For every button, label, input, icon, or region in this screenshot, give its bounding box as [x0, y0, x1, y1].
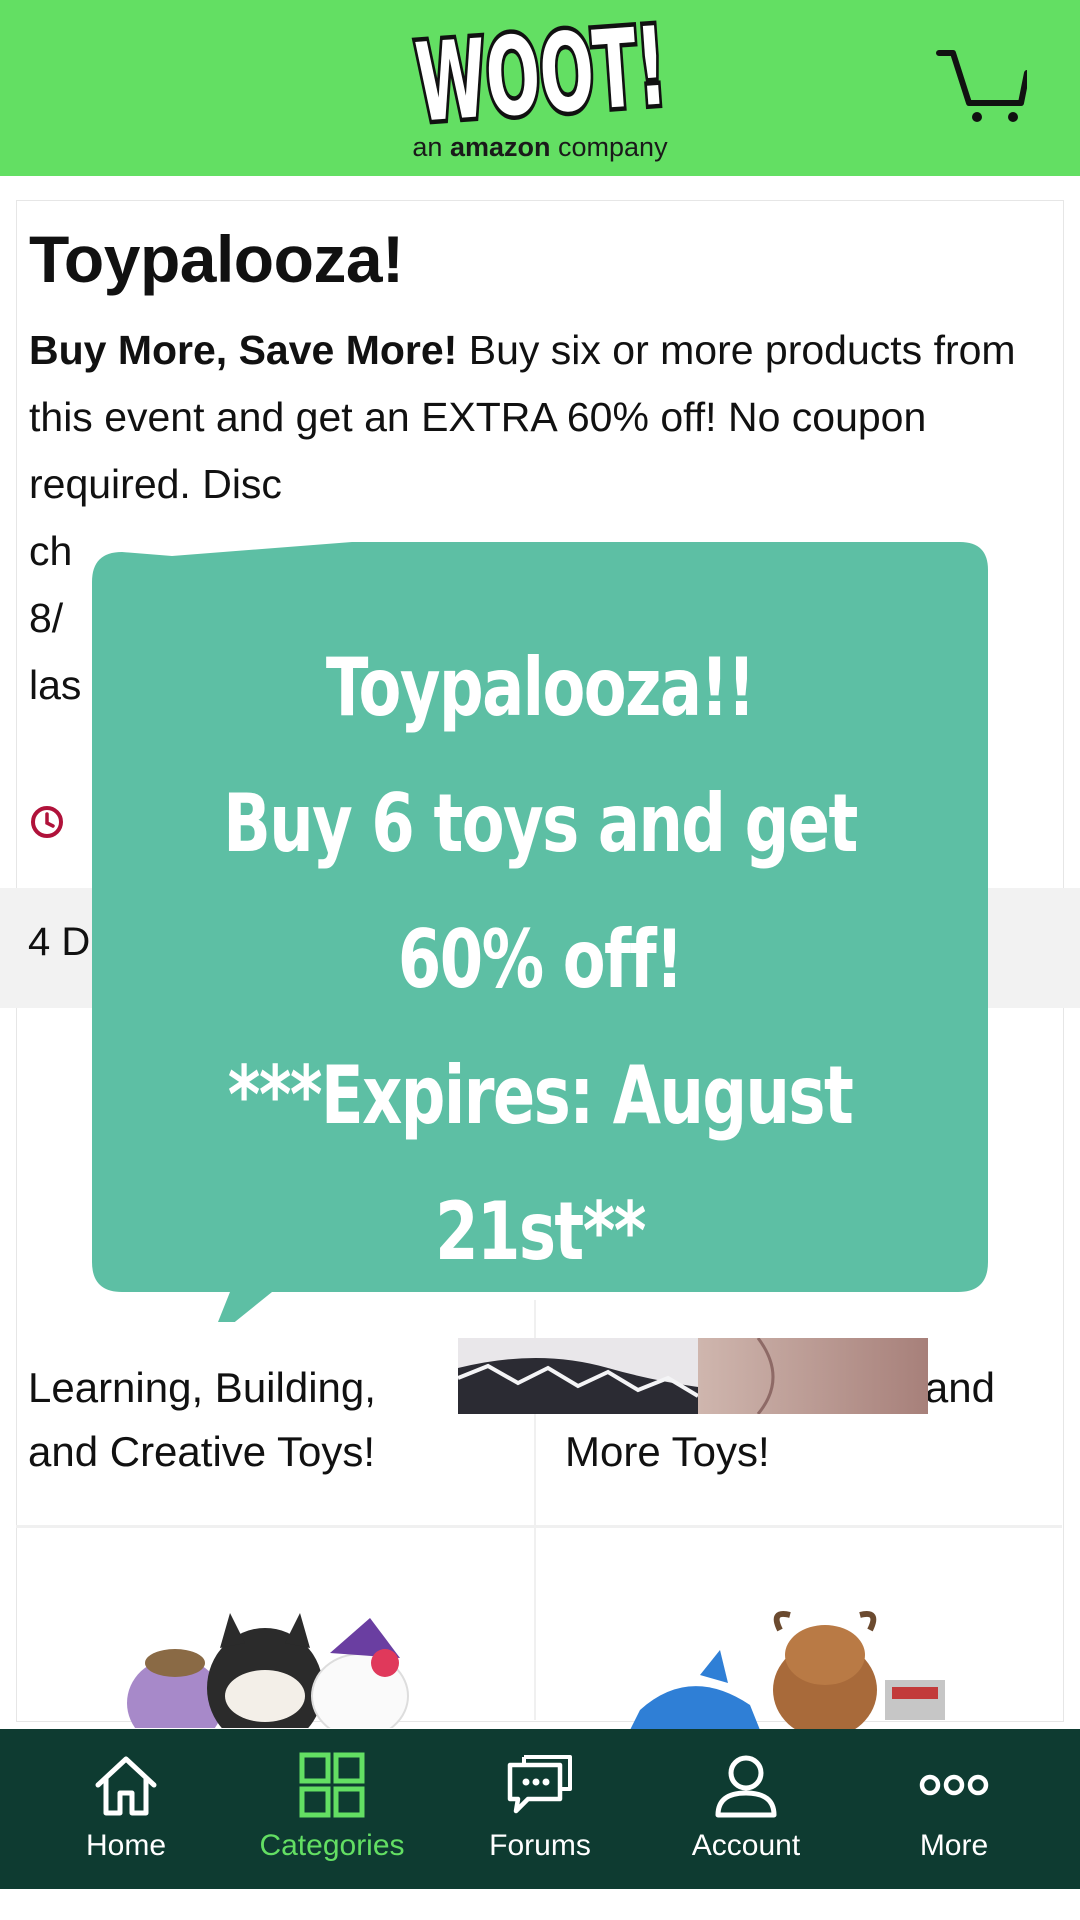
description-fragment: las	[29, 662, 82, 708]
woot-logo[interactable]: WOOT!	[405, 0, 675, 130]
nav-categories[interactable]: Categories	[224, 1729, 440, 1889]
nav-label: More	[919, 1829, 989, 1862]
nav-home[interactable]: Home	[18, 1729, 234, 1889]
more-icon	[919, 1774, 989, 1796]
deals-count: 4 D	[28, 920, 91, 964]
logo-tagline: an amazon company	[0, 132, 1080, 163]
nav-label: Categories	[259, 1829, 405, 1862]
category-label: Learning, Building,	[28, 1364, 376, 1411]
description-fragment: ch	[29, 528, 73, 574]
clock-icon	[31, 806, 63, 838]
promo-line: Toypalooza!!	[325, 641, 756, 734]
nav-account[interactable]: Account	[638, 1729, 854, 1889]
category-learning-building[interactable]: Learning, Building, and Creative Toys!	[28, 1356, 376, 1484]
event-title: Toypalooza!	[29, 222, 404, 296]
grid-icon	[299, 1752, 365, 1818]
bottom-navigation: Home Categories Forums Account More	[0, 1729, 1080, 1889]
category-label: and Creative Toys!	[28, 1428, 376, 1475]
nav-label: Account	[691, 1829, 801, 1862]
nav-label: Forums	[489, 1829, 591, 1862]
logo-text: WOOT!	[412, 4, 670, 130]
tagline-prefix: an	[412, 132, 443, 162]
promo-line: Buy 6 toys and get	[223, 777, 858, 870]
promo-line: 60% off!	[397, 913, 684, 1006]
video-overlay-photo	[458, 1338, 928, 1414]
nav-forums[interactable]: Forums	[432, 1729, 648, 1889]
nav-more[interactable]: More	[846, 1729, 1062, 1889]
tagline-suffix: company	[558, 132, 668, 162]
home-icon	[95, 1756, 157, 1816]
promo-message: Toypalooza!! Buy 6 toys and get 60% off!…	[191, 620, 890, 1300]
cart-icon[interactable]	[935, 45, 1027, 125]
plush-toys-image[interactable]	[115, 1608, 415, 1728]
stuffed-animals-image[interactable]	[630, 1605, 960, 1730]
promo-line: 21st**	[435, 1185, 646, 1278]
app-header: WOOT! an amazon company	[0, 0, 1080, 176]
promo-line: ***Expires: August	[227, 1049, 854, 1142]
account-icon	[715, 1755, 777, 1818]
description-bold: Buy More, Save More!	[29, 327, 458, 373]
nav-label: Home	[85, 1829, 167, 1862]
category-label: More Toys!	[565, 1428, 770, 1475]
tagline-brand: amazon	[449, 132, 551, 162]
forums-icon	[507, 1755, 572, 1814]
grid-divider	[16, 1525, 1062, 1528]
description-fragment: 8/	[29, 595, 64, 641]
